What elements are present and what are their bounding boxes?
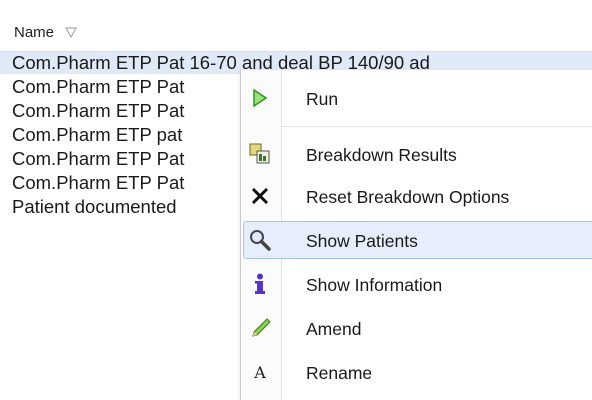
menu-item-label: Run (306, 89, 339, 109)
pencil-icon (249, 317, 271, 339)
list-item-label: Com.Pharm ETP pat (12, 124, 183, 145)
filter-triangle-icon[interactable] (65, 27, 77, 38)
rename-icon: A (249, 361, 271, 383)
magnifier-icon (249, 229, 271, 251)
menu-item-label: Breakdown Results (306, 145, 457, 165)
menu-item-label: Reset Breakdown Options (306, 187, 510, 207)
menu-item-breakdown-results[interactable]: Breakdown Results (241, 134, 592, 174)
menu-item-label: Rename (306, 363, 373, 383)
list-item-label: Com.Pharm ETP Pat (12, 172, 185, 193)
list-item-label: Com.Pharm ETP Pat (12, 100, 185, 121)
menu-item-show-patients[interactable]: Show Patients (241, 220, 592, 260)
menu-item-label: Amend (306, 319, 362, 339)
name-column-label[interactable]: Name (14, 24, 54, 41)
menu-item-label: Show Patients (306, 231, 418, 251)
column-header[interactable]: Name (0, 0, 592, 52)
menu-item-show-information[interactable]: Show Information (241, 264, 592, 304)
svg-text:A: A (253, 363, 266, 382)
menu-item-rename[interactable]: A Rename (241, 352, 592, 392)
breakdown-icon (249, 143, 271, 165)
menu-item-run[interactable]: Run (241, 78, 592, 118)
list-item-label: Patient documented (12, 196, 177, 217)
menu-item-amend[interactable]: Amend (241, 308, 592, 348)
menu-item-reset-breakdown-options[interactable]: Reset Breakdown Options (241, 176, 592, 216)
menu-separator (282, 126, 592, 127)
info-icon (249, 273, 271, 295)
close-icon (249, 185, 271, 207)
list-item-label: Com.Pharm ETP Pat (12, 76, 185, 97)
menu-item-label: Show Information (306, 275, 443, 295)
list-item-label: Com.Pharm ETP Pat (12, 148, 185, 169)
play-icon (249, 87, 271, 109)
context-menu: Run Breakdown Results Reset Breakdown Op… (240, 70, 592, 400)
